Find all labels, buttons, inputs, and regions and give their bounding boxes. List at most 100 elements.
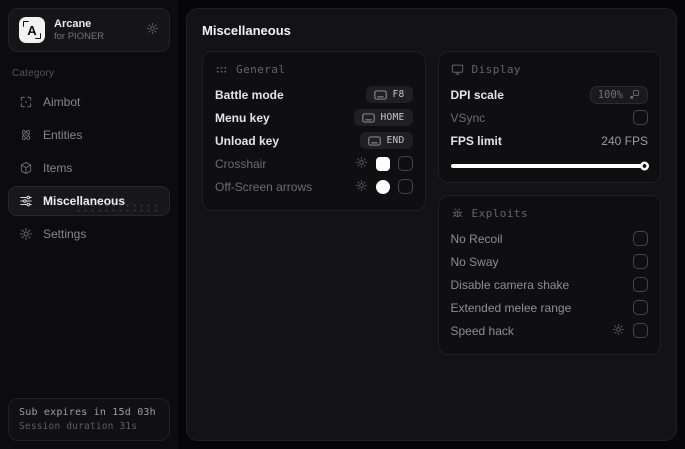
sidebar-item-label: Miscellaneous	[43, 194, 126, 208]
row-label: Crosshair	[215, 156, 267, 171]
unload-key-keybind[interactable]: END	[360, 132, 413, 149]
crosshair-checkbox[interactable]	[397, 156, 413, 171]
monitor-icon	[451, 63, 464, 76]
no-sway-row: No Sway	[450, 250, 648, 273]
gear-icon	[19, 227, 33, 241]
app-logo: A	[19, 17, 45, 43]
keybind-value: END	[386, 135, 405, 146]
slider-track	[450, 163, 648, 168]
crosshair-color-swatch[interactable]	[375, 156, 390, 171]
scale-resize-icon	[629, 89, 640, 100]
category-label: Category	[12, 68, 55, 79]
app-name: Arcane	[54, 18, 92, 30]
row-label: Unload key	[215, 133, 280, 148]
scan-crosshair-icon	[19, 95, 33, 109]
row-label: No Sway	[450, 254, 499, 269]
dpi-scale-selector[interactable]: 100%	[589, 85, 648, 104]
sidebar-item-aimbot[interactable]: Aimbot	[8, 87, 170, 117]
unload-key-row: Unload key END	[215, 129, 413, 152]
vsync-row: VSync	[450, 106, 648, 129]
display-panel-header: Display	[451, 63, 649, 76]
fps-limit-slider[interactable]	[450, 161, 649, 170]
speed-hack-settings-button[interactable]	[612, 323, 625, 339]
panel-title: Display	[471, 63, 521, 76]
row-label: DPI scale	[450, 87, 504, 102]
atom-icon	[19, 128, 33, 142]
sub-expiry-text: Sub expires in 15d 03h	[19, 407, 156, 418]
panel-title: Exploits	[471, 207, 529, 220]
fps-limit-value: 240 FPS	[601, 133, 648, 148]
keyboard-icon	[374, 89, 388, 100]
battle-mode-row: Battle mode F8	[215, 83, 413, 106]
row-label: Off-Screen arrows	[215, 179, 313, 194]
sidebar-item-label: Settings	[43, 227, 87, 241]
exploits-panel: Exploits No Recoil No Sway Disable camer…	[437, 195, 661, 355]
row-label: Menu key	[215, 110, 270, 125]
sidebar-item-settings[interactable]: Settings	[8, 219, 170, 249]
slider-thumb[interactable]	[640, 161, 649, 170]
fps-limit-row: FPS limit 240 FPS	[451, 129, 649, 152]
keyboard-icon	[368, 135, 382, 146]
display-panel: Display DPI scale 100% VSync FPS limit 2…	[437, 51, 661, 183]
battle-mode-keybind[interactable]: F8	[366, 86, 413, 103]
dpi-scale-row: DPI scale 100%	[450, 83, 648, 106]
page-title: Miscellaneous	[202, 23, 291, 38]
sidebar-item-items[interactable]: Items	[8, 153, 170, 183]
offscreen-arrows-checkbox[interactable]	[397, 179, 413, 194]
crosshair-settings-button[interactable]	[355, 156, 368, 172]
sliders-icon	[19, 194, 33, 208]
row-label: Disable camera shake	[450, 277, 570, 292]
sidebar-item-label: Aimbot	[43, 95, 81, 109]
gear-icon	[355, 179, 368, 195]
speed-hack-row: Speed hack	[450, 319, 648, 342]
extended-melee-range-checkbox[interactable]	[633, 300, 648, 315]
menu-key-row: Menu key HOME	[215, 106, 413, 129]
keybind-value: HOME	[380, 112, 405, 123]
disable-camera-shake-checkbox[interactable]	[633, 277, 648, 292]
general-panel-header: General	[215, 63, 413, 76]
keybind-value: F8	[392, 89, 405, 100]
exploits-panel-header: Exploits	[451, 207, 649, 220]
brand-card: A Arcane for PIONER	[8, 8, 170, 52]
row-label: No Recoil	[450, 231, 503, 246]
sidebar-item-entities[interactable]: Entities	[8, 120, 170, 150]
package-cube-icon	[19, 161, 33, 175]
logo-letter: A	[27, 22, 37, 38]
sidebar-item-label: Items	[43, 161, 73, 175]
no-sway-checkbox[interactable]	[633, 254, 648, 269]
panel-title: General	[236, 63, 286, 76]
gear-icon	[612, 323, 625, 339]
session-duration-text: Session duration 31s	[19, 421, 138, 432]
no-recoil-row: No Recoil	[450, 227, 648, 250]
row-label: VSync	[450, 110, 486, 125]
gear-icon	[355, 156, 368, 172]
subscription-card: Sub expires in 15d 03h Session duration …	[8, 398, 170, 441]
dots-grid-icon	[215, 63, 228, 76]
disable-camera-shake-row: Disable camera shake	[450, 273, 648, 296]
row-label: Extended melee range	[450, 300, 572, 315]
no-recoil-checkbox[interactable]	[633, 231, 648, 246]
keyboard-icon	[362, 112, 376, 123]
offscreen-arrows-settings-button[interactable]	[355, 179, 368, 195]
brand-text: Arcane for PIONER	[54, 18, 104, 42]
crosshair-row: Crosshair	[215, 152, 413, 175]
main-content: Miscellaneous General Battle mode F8 Men…	[186, 8, 677, 441]
row-label: Speed hack	[450, 323, 514, 338]
bug-icon	[451, 207, 464, 220]
sidebar-item-miscellaneous[interactable]: Miscellaneous	[8, 186, 170, 216]
extended-melee-range-row: Extended melee range	[450, 296, 648, 319]
vsync-checkbox[interactable]	[633, 110, 648, 125]
sidebar-item-label: Entities	[43, 128, 83, 142]
app-subtitle: for PIONER	[54, 31, 105, 42]
menu-key-keybind[interactable]: HOME	[354, 109, 413, 126]
row-label: FPS limit	[450, 133, 502, 148]
speed-hack-checkbox[interactable]	[633, 323, 648, 338]
sidebar: A Arcane for PIONER Category Aimbot Enti…	[0, 0, 178, 449]
offscreen-arrows-color-swatch[interactable]	[375, 179, 390, 194]
gear-icon	[146, 22, 159, 38]
sidebar-nav: Aimbot Entities Items Miscellaneous Sett…	[8, 87, 170, 249]
settings-gear-button[interactable]	[146, 22, 159, 38]
general-panel: General Battle mode F8 Menu key HOME Unl…	[202, 51, 426, 211]
row-label: Battle mode	[215, 87, 284, 102]
offscreen-arrows-row: Off-Screen arrows	[215, 175, 413, 198]
